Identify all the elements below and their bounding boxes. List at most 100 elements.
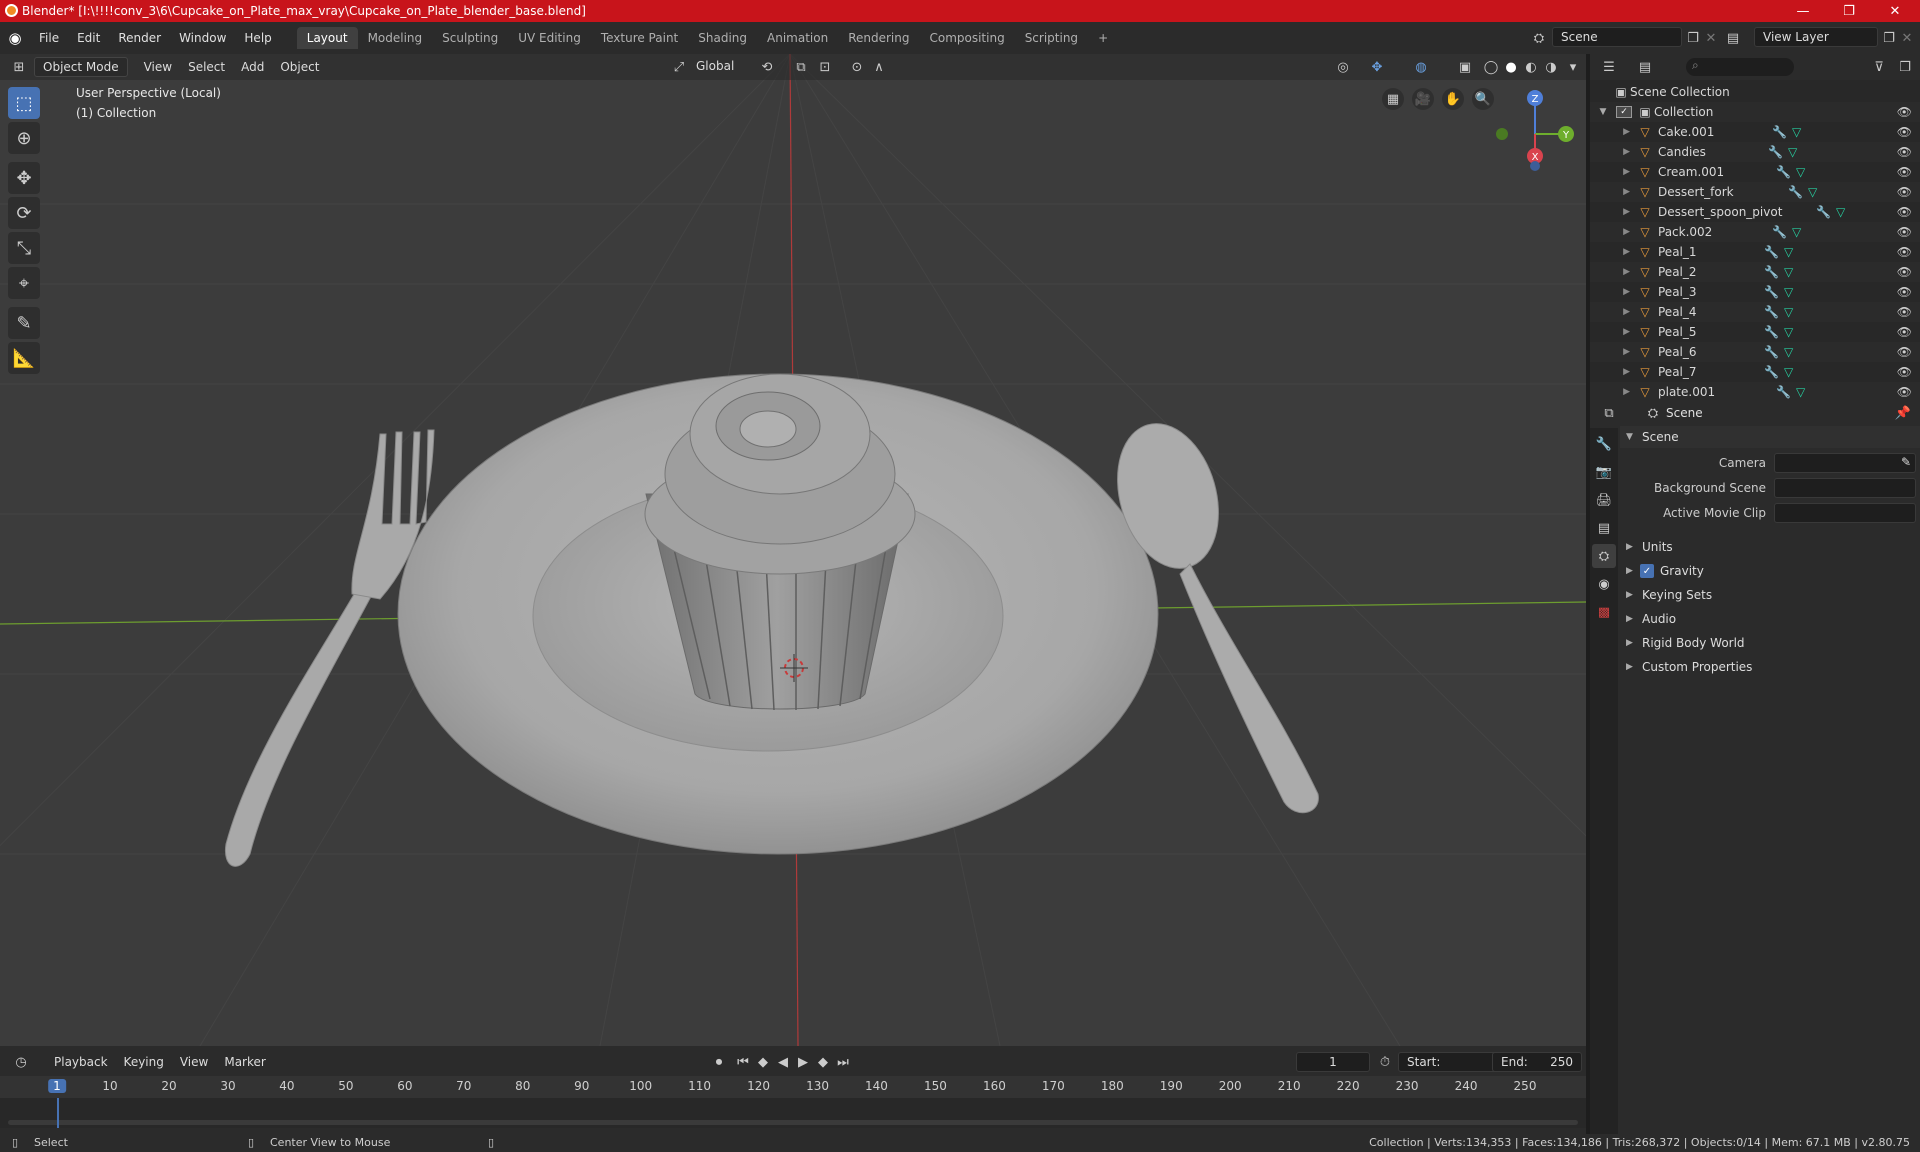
collection-visibility-icon[interactable]: 👁 <box>1897 105 1912 119</box>
expand-object-icon[interactable]: ▶ <box>1590 267 1636 277</box>
outliner-object-row[interactable]: ▶ ▽ plate.001 🔧 ▽ 👁 <box>1590 382 1920 402</box>
eyedropper-icon[interactable]: ✎ <box>1901 455 1911 469</box>
object-visibility-icon[interactable]: 👁 <box>1897 225 1912 239</box>
mesh-data-icon[interactable]: ▽ <box>1792 125 1801 139</box>
collection-checkbox[interactable]: ✓ <box>1616 106 1632 118</box>
expand-object-icon[interactable]: ▶ <box>1590 247 1636 257</box>
object-visibility-icon[interactable]: 👁 <box>1897 245 1912 259</box>
tab-modeling[interactable]: Modeling <box>358 27 433 49</box>
maximize-button[interactable]: ❐ <box>1826 0 1872 22</box>
playback-menu[interactable]: Playback <box>46 1053 116 1071</box>
collapse-collection-icon[interactable]: ▼ <box>1590 107 1616 117</box>
outliner-collection[interactable]: ▼ ✓ ▣ Collection 👁 <box>1590 102 1920 122</box>
expand-object-icon[interactable]: ▶ <box>1590 167 1636 177</box>
outliner-search-input[interactable]: ⌕ <box>1686 58 1794 76</box>
outliner-object-row[interactable]: ▶ ▽ Dessert_fork 🔧 ▽ 👁 <box>1590 182 1920 202</box>
modifier-wrench-icon[interactable]: 🔧 <box>1764 245 1779 259</box>
modifier-wrench-icon[interactable]: 🔧 <box>1772 125 1787 139</box>
expand-object-icon[interactable]: ▶ <box>1590 127 1636 137</box>
next-keyframe-icon[interactable]: ◆ <box>812 1051 834 1073</box>
3d-viewport[interactable]: ⊞ Object Mode View Select Add Object ⤢ G… <box>0 54 1586 1046</box>
mesh-data-icon[interactable]: ▽ <box>1784 305 1793 319</box>
tab-animation[interactable]: Animation <box>757 27 838 49</box>
outliner-object-row[interactable]: ▶ ▽ Candies 🔧 ▽ 👁 <box>1590 142 1920 162</box>
object-menu[interactable]: Object <box>272 58 327 76</box>
section-expand-icon[interactable]: ▶ <box>1620 662 1636 672</box>
wireframe-shading-icon[interactable]: ◯ <box>1480 56 1502 78</box>
playhead-line[interactable] <box>57 1098 59 1128</box>
object-visibility-icon[interactable]: 👁 <box>1897 185 1912 199</box>
timeline-track[interactable] <box>0 1098 1586 1128</box>
property-section-audio[interactable]: ▶ Audio <box>1620 608 1920 630</box>
object-visibility-icon[interactable]: 👁 <box>1897 165 1912 179</box>
camera-view-icon[interactable]: 🎥 <box>1412 88 1434 110</box>
transform-orientation-dropdown[interactable]: Global <box>688 57 742 75</box>
mesh-data-icon[interactable]: ▽ <box>1808 185 1817 199</box>
modifier-wrench-icon[interactable]: 🔧 <box>1764 305 1779 319</box>
menu-help[interactable]: Help <box>235 31 280 45</box>
play-icon[interactable]: ▶ <box>792 1051 814 1073</box>
modifier-wrench-icon[interactable]: 🔧 <box>1764 325 1779 339</box>
move-tool[interactable]: ✥ <box>8 162 40 194</box>
material-shading-icon[interactable]: ◐ <box>1520 56 1542 78</box>
render-tab-icon[interactable]: 📷 <box>1592 460 1616 484</box>
outliner-object-row[interactable]: ▶ ▽ Peal_3 🔧 ▽ 👁 <box>1590 282 1920 302</box>
measure-tool[interactable]: 📐 <box>8 342 40 374</box>
new-collection-icon[interactable]: ❐ <box>1894 56 1916 78</box>
expand-object-icon[interactable]: ▶ <box>1590 287 1636 297</box>
view-menu[interactable]: View <box>136 58 180 76</box>
object-visibility-icon[interactable]: 👁 <box>1897 305 1912 319</box>
object-visibility-icon[interactable]: 👁 <box>1897 205 1912 219</box>
marker-menu[interactable]: Marker <box>216 1053 273 1071</box>
section-expand-icon[interactable]: ▶ <box>1620 566 1636 576</box>
outliner-editor-type-icon[interactable]: ☰ <box>1598 56 1620 78</box>
outliner-object-row[interactable]: ▶ ▽ Pack.002 🔧 ▽ 👁 <box>1590 222 1920 242</box>
mesh-data-icon[interactable]: ▽ <box>1784 345 1793 359</box>
outliner-object-row[interactable]: ▶ ▽ Peal_2 🔧 ▽ 👁 <box>1590 262 1920 282</box>
output-tab-icon[interactable]: 🖨 <box>1592 488 1616 512</box>
tab-scripting[interactable]: Scripting <box>1015 27 1088 49</box>
mesh-data-icon[interactable]: ▽ <box>1784 245 1793 259</box>
object-visibility-icon[interactable]: 👁 <box>1897 145 1912 159</box>
expand-object-icon[interactable]: ▶ <box>1590 147 1636 157</box>
mesh-data-icon[interactable]: ▽ <box>1788 145 1797 159</box>
rotate-tool[interactable]: ⟳ <box>8 197 40 229</box>
expand-object-icon[interactable]: ▶ <box>1590 367 1636 377</box>
property-section-rigid-body-world[interactable]: ▶ Rigid Body World <box>1620 632 1920 654</box>
pin-icon[interactable]: 📌 <box>1892 402 1914 424</box>
outliner-scene-collection[interactable]: ▣ Scene Collection <box>1590 82 1920 102</box>
outliner-object-row[interactable]: ▶ ▽ Peal_7 🔧 ▽ 👁 <box>1590 362 1920 382</box>
mesh-data-icon[interactable]: ▽ <box>1796 165 1805 179</box>
transform-tool[interactable]: ⌖ <box>8 267 40 299</box>
outliner-object-row[interactable]: ▶ ▽ Peal_6 🔧 ▽ 👁 <box>1590 342 1920 362</box>
tab-rendering[interactable]: Rendering <box>838 27 919 49</box>
snap-target-icon[interactable]: ⊡ <box>814 56 836 78</box>
section-expand-icon[interactable]: ▶ <box>1620 542 1636 552</box>
menu-window[interactable]: Window <box>170 31 235 45</box>
camera-field[interactable]: ✎ <box>1774 453 1916 473</box>
filter-icon[interactable]: ⊽ <box>1868 56 1890 78</box>
expand-object-icon[interactable]: ▶ <box>1590 227 1636 237</box>
background-scene-field[interactable] <box>1774 478 1916 498</box>
mesh-data-icon[interactable]: ▽ <box>1784 325 1793 339</box>
preview-range-icon[interactable]: ⏱ <box>1374 1051 1396 1073</box>
add-menu[interactable]: Add <box>233 58 272 76</box>
expand-object-icon[interactable]: ▶ <box>1590 307 1636 317</box>
modifier-wrench-icon[interactable]: 🔧 <box>1764 265 1779 279</box>
scene-tab-icon[interactable]: ⛭ <box>1592 544 1616 568</box>
menu-file[interactable]: File <box>30 31 68 45</box>
snap-icon[interactable]: ⧉ <box>790 56 812 78</box>
outliner-object-row[interactable]: ▶ ▽ Cake.001 🔧 ▽ 👁 <box>1590 122 1920 142</box>
timeline-scrollbar[interactable] <box>8 1120 1578 1125</box>
scale-tool[interactable]: ⤡ <box>8 232 40 264</box>
world-tab-icon[interactable]: ◉ <box>1592 572 1616 596</box>
expand-object-icon[interactable]: ▶ <box>1590 327 1636 337</box>
tab-uv-editing[interactable]: UV Editing <box>508 27 591 49</box>
section-expand-icon[interactable]: ▶ <box>1620 614 1636 624</box>
prev-keyframe-icon[interactable]: ◆ <box>752 1051 774 1073</box>
minimize-button[interactable]: — <box>1780 0 1826 22</box>
tab-texture-paint[interactable]: Texture Paint <box>591 27 688 49</box>
falloff-icon[interactable]: ∧ <box>868 56 890 78</box>
modifier-wrench-icon[interactable]: 🔧 <box>1764 365 1779 379</box>
modifier-wrench-icon[interactable]: 🔧 <box>1776 165 1791 179</box>
